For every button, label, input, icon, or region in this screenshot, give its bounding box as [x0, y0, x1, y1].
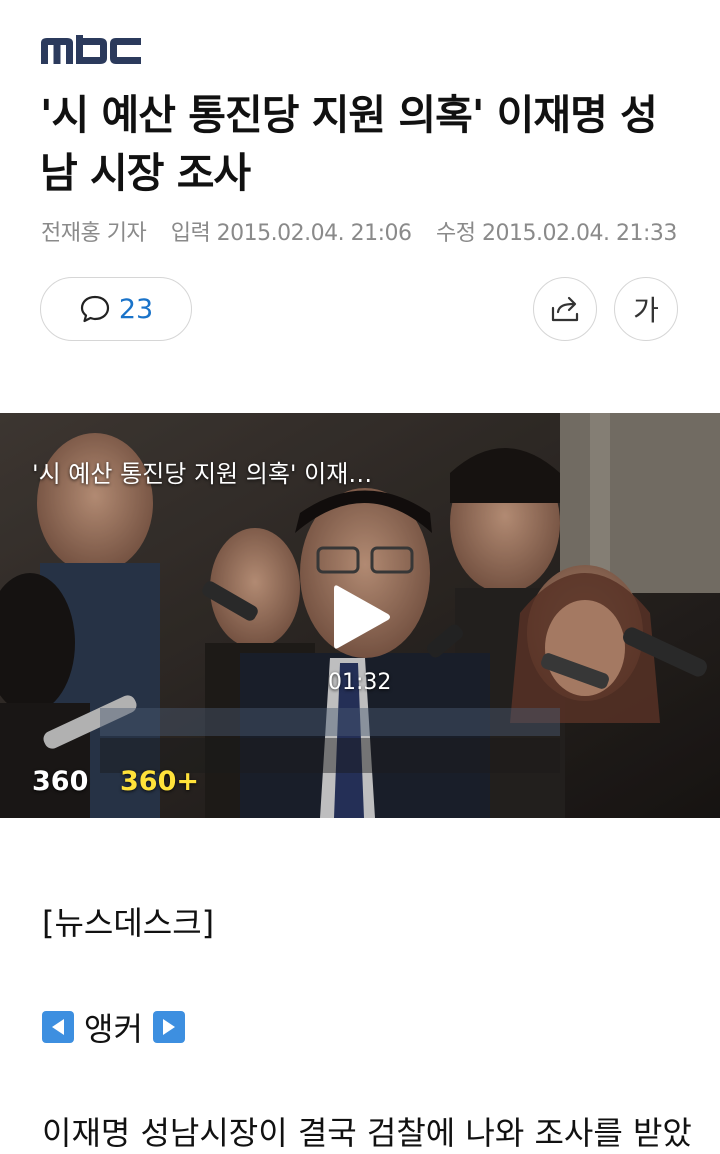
- body-paragraph: 이재명 성남시장이 결국 검찰에 나와 조사를 받았: [42, 1114, 692, 1152]
- font-size-button[interactable]: 가: [614, 277, 678, 341]
- right-triangle-icon: [152, 1011, 185, 1043]
- play-icon[interactable]: [332, 582, 392, 652]
- video-quality-badge: 360: [32, 766, 89, 797]
- reporter-name[interactable]: 전재홍 기자: [41, 221, 147, 246]
- modified-time: 수정 2015.02.04. 21:33: [436, 221, 677, 246]
- published-time: 입력 2015.02.04. 21:06: [170, 221, 412, 246]
- anchor-label: 앵커: [84, 1010, 143, 1048]
- anchor-line: 앵커: [42, 1004, 185, 1050]
- mbc-logo[interactable]: [41, 35, 141, 67]
- video-duration: 01:32: [328, 670, 392, 695]
- left-triangle-icon: [42, 1011, 74, 1043]
- comment-icon: [80, 295, 109, 323]
- video-title: '시 예산 통진당 지원 의혹' 이재…: [32, 460, 373, 488]
- comment-count: 23: [118, 293, 154, 325]
- comment-button[interactable]: 23: [40, 277, 192, 341]
- section-label: [뉴스데스크]: [42, 904, 215, 942]
- video-quality-plus-badge: 360+: [120, 766, 199, 797]
- share-button[interactable]: [533, 277, 597, 341]
- byline: 전재홍 기자 입력 2015.02.04. 21:06 수정 2015.02.0…: [41, 215, 695, 247]
- article-title: '시 예산 통진당 지원 의혹' 이재명 성남 시장 조사: [40, 91, 658, 197]
- share-icon: [551, 296, 579, 322]
